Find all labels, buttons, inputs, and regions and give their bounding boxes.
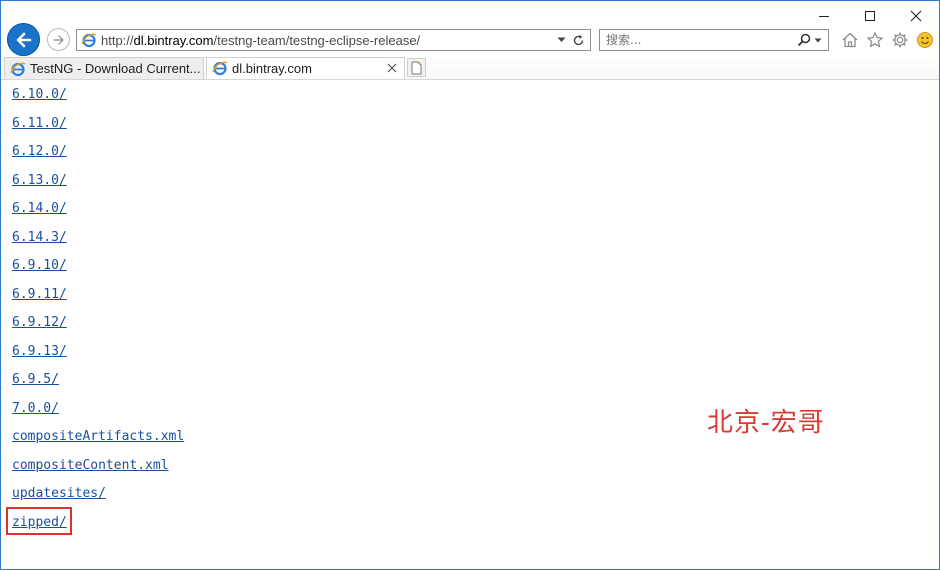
ie-page-icon (10, 62, 26, 76)
directory-link[interactable]: 6.10.0/ (12, 87, 67, 102)
home-icon (842, 32, 857, 48)
list-item: 7.0.0/ (12, 394, 184, 423)
settings-button[interactable] (889, 29, 910, 51)
list-item: compositeArtifacts.xml (12, 422, 184, 451)
list-item: 6.9.12/ (12, 308, 184, 337)
smiley-feedback-icon (916, 32, 933, 48)
search-tools (797, 33, 828, 47)
address-bar[interactable]: http://dl.bintray.com/testng-team/testng… (76, 29, 591, 51)
directory-link[interactable]: 6.14.3/ (12, 230, 67, 245)
directory-link[interactable]: 6.12.0/ (12, 144, 67, 159)
list-item: 6.14.0/ (12, 194, 184, 223)
tab-label: TestNG - Download Current... (30, 61, 201, 76)
url-domain: dl.bintray.com (133, 32, 214, 48)
address-url[interactable]: http://dl.bintray.com/testng-team/testng… (101, 33, 557, 48)
directory-link[interactable]: 6.9.11/ (12, 287, 67, 302)
tab-dl-bintray[interactable]: dl.bintray.com (206, 57, 405, 79)
directory-link[interactable]: compositeContent.xml (12, 458, 169, 473)
list-item: 6.14.3/ (12, 223, 184, 252)
back-arrow-icon (16, 32, 31, 47)
ie-page-icon (212, 61, 228, 76)
browser-window: http://dl.bintray.com/testng-team/testng… (0, 0, 940, 570)
new-tab-icon (411, 61, 422, 74)
directory-link[interactable]: 6.9.5/ (12, 372, 59, 387)
directory-link[interactable]: compositeArtifacts.xml (12, 429, 184, 444)
tab-strip: TestNG - Download Current... dl.bintray.… (1, 56, 939, 80)
directory-listing: 6.10.0/6.11.0/6.12.0/6.13.0/6.14.0/6.14.… (12, 80, 184, 536)
directory-link[interactable]: updatesites/ (12, 486, 106, 501)
browser-chrome: http://dl.bintray.com/testng-team/testng… (1, 1, 939, 80)
close-icon (910, 10, 922, 22)
list-item: 6.11.0/ (12, 109, 184, 138)
back-button[interactable] (7, 23, 40, 56)
toolbar-icons (839, 29, 935, 51)
address-dropdown-icon[interactable] (557, 37, 566, 43)
list-item: 6.12.0/ (12, 137, 184, 166)
url-path: /testng-team/testng-eclipse-release/ (213, 32, 421, 48)
list-item: 6.10.0/ (12, 80, 184, 109)
new-tab-button[interactable] (407, 58, 426, 77)
close-tab-icon[interactable] (386, 62, 398, 74)
tab-testng-download[interactable]: TestNG - Download Current... (4, 57, 204, 79)
list-item: 6.9.10/ (12, 251, 184, 280)
directory-link[interactable]: 7.0.0/ (12, 401, 59, 416)
list-item: updatesites/ (12, 479, 184, 508)
settings-gear-icon (892, 32, 907, 48)
list-item: 6.9.13/ (12, 337, 184, 366)
favorites-button[interactable] (864, 29, 885, 51)
page-content: 6.10.0/6.11.0/6.12.0/6.13.0/6.14.0/6.14.… (1, 80, 939, 569)
watermark-text: 北京-宏哥 (707, 408, 825, 438)
forward-button[interactable] (47, 28, 70, 51)
list-item: compositeContent.xml (12, 451, 184, 480)
directory-link[interactable]: 6.9.13/ (12, 344, 67, 359)
ie-page-icon (81, 33, 97, 48)
forward-arrow-icon (52, 34, 64, 45)
list-item: 6.9.11/ (12, 280, 184, 309)
highlight-box (6, 507, 72, 535)
search-box (599, 29, 829, 51)
search-input[interactable] (600, 30, 797, 50)
directory-link[interactable]: 6.14.0/ (12, 201, 67, 216)
refresh-icon[interactable] (572, 34, 585, 47)
list-item: 6.13.0/ (12, 166, 184, 195)
minimize-icon (819, 16, 829, 17)
feedback-button[interactable] (914, 29, 935, 51)
directory-link[interactable]: 6.13.0/ (12, 173, 67, 188)
search-icon[interactable] (797, 33, 811, 47)
home-button[interactable] (839, 29, 860, 51)
directory-link[interactable]: 6.9.12/ (12, 315, 67, 330)
directory-link[interactable]: 6.11.0/ (12, 116, 67, 131)
directory-link[interactable]: 6.9.10/ (12, 258, 67, 273)
favorites-star-icon (866, 32, 883, 48)
list-item: 6.9.5/ (12, 365, 184, 394)
maximize-icon (865, 11, 875, 21)
tab-label: dl.bintray.com (232, 60, 312, 76)
address-tools (557, 34, 590, 47)
search-dropdown-icon[interactable] (814, 38, 822, 43)
url-scheme: http:// (101, 32, 134, 48)
navigation-bar: http://dl.bintray.com/testng-team/testng… (1, 23, 939, 57)
